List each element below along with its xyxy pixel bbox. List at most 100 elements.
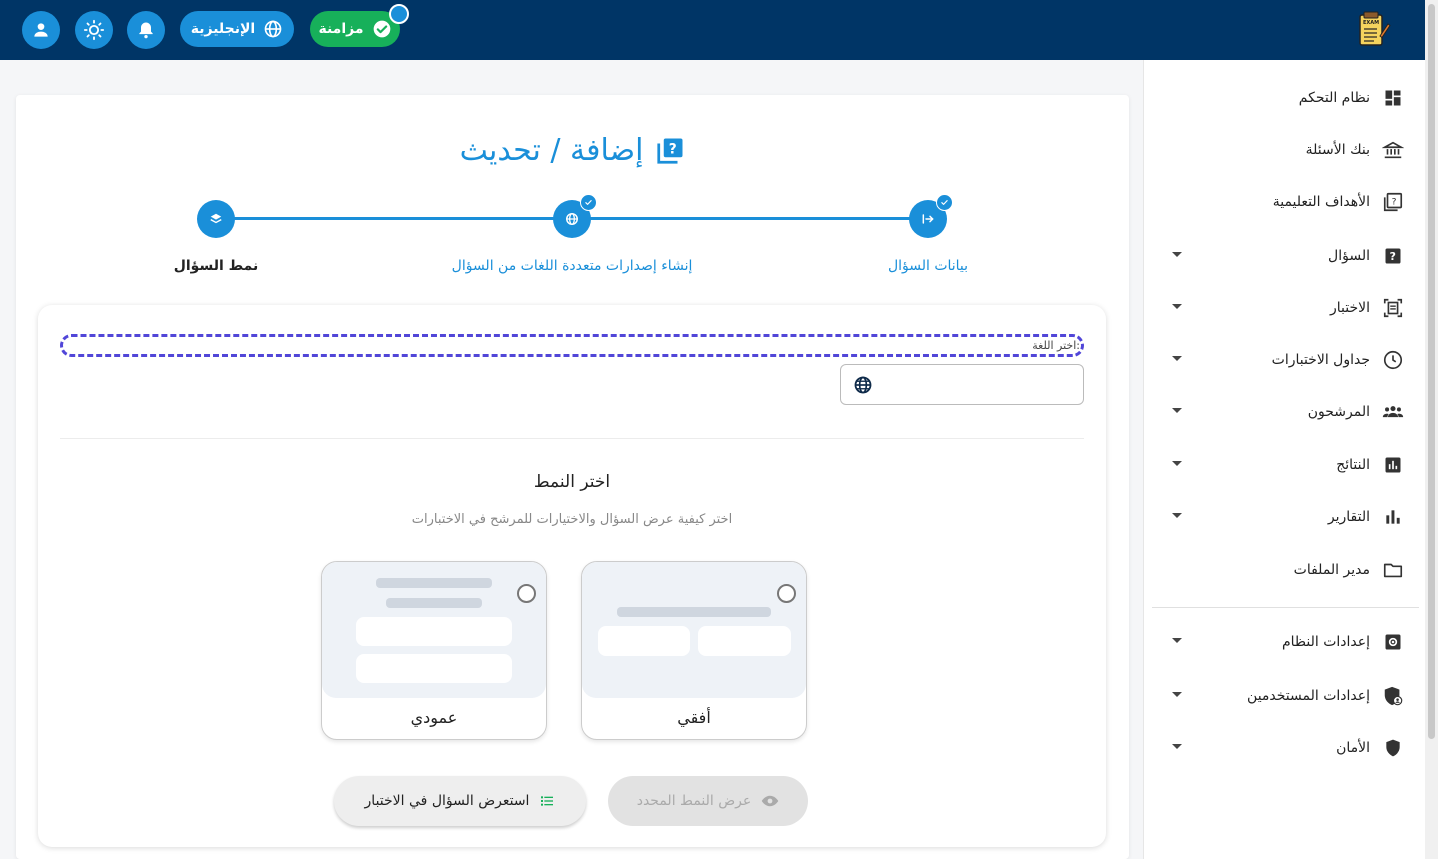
step-done-check-icon <box>580 194 597 211</box>
step-label: نمط السؤال <box>173 258 259 274</box>
exam-logo-icon[interactable]: EXAM <box>1352 10 1392 50</box>
sidebar-item-label: التقارير <box>1327 509 1370 525</box>
sidebar-item-label: مدير الملفات <box>1293 562 1370 578</box>
layout-option-horizontal[interactable]: أفقي <box>581 561 807 740</box>
layout-option-label: أفقي <box>677 708 711 727</box>
step-question-pattern[interactable] <box>197 200 235 238</box>
sidebar-item-question-bank[interactable]: بنك الأسئلة <box>1144 130 1426 170</box>
sidebar-item-exam-schedules[interactable]: جداول الاختبارات <box>1144 340 1426 380</box>
book-question-icon: ? <box>657 138 683 164</box>
preview-question-button[interactable]: استعرض السؤال في الاختبار <box>334 776 586 826</box>
step-label: إنشاء إصدارات متعددة اللغات من السؤال <box>451 258 693 274</box>
sidebar-item-file-manager[interactable]: مدير الملفات <box>1144 550 1426 590</box>
svg-text:?: ? <box>669 141 677 157</box>
stepper-connector <box>590 217 910 220</box>
chevron-down-icon <box>1172 461 1182 466</box>
layers-icon <box>210 213 222 224</box>
book-question-icon: ? <box>1382 191 1404 213</box>
folder-icon <box>1382 559 1404 581</box>
sidebar-item-security[interactable]: الأمان <box>1144 728 1426 768</box>
eye-icon <box>762 795 779 807</box>
user-icon <box>34 23 48 37</box>
sync-status-indicator <box>389 4 409 24</box>
sidebar-item-label: النتائج <box>1336 457 1370 473</box>
language-switch-button[interactable]: الإنجليزية <box>180 11 294 47</box>
chevron-down-icon <box>1172 252 1182 257</box>
clock-icon <box>1382 349 1404 371</box>
language-switch-label: الإنجليزية <box>190 21 256 37</box>
sidebar-item-label: السؤال <box>1328 248 1370 264</box>
language-select[interactable] <box>840 364 1084 405</box>
gear-icon <box>1382 631 1404 653</box>
radio-button[interactable] <box>777 584 796 603</box>
pattern-subtitle: اختر كيفية عرض السؤال والاختيارات للمرشح… <box>411 512 733 527</box>
user-shield-icon <box>1382 685 1404 707</box>
radio-button[interactable] <box>517 584 536 603</box>
sidebar-item-label: إعدادات النظام <box>1281 634 1370 650</box>
layout-preview <box>582 562 806 698</box>
svg-text:EXAM: EXAM <box>1363 20 1379 26</box>
list-icon <box>541 796 554 806</box>
bank-icon <box>1382 139 1404 161</box>
layout-option-label: عمودي <box>410 708 458 727</box>
sync-button[interactable]: مزامنة <box>310 11 400 47</box>
check-icon <box>373 20 390 38</box>
chevron-down-icon <box>1172 513 1182 518</box>
sidebar-item-exam[interactable]: الاختبار <box>1144 288 1426 328</box>
view-selected-pattern-label: عرض النمط المحدد <box>636 793 752 809</box>
sidebar-item-label: الأهداف التعليمية <box>1272 194 1370 210</box>
chevron-down-icon <box>1172 638 1182 643</box>
globe-icon <box>264 20 282 38</box>
shield-icon <box>1382 737 1404 759</box>
bar-chart-icon <box>1382 506 1404 528</box>
scrollbar-thumb[interactable] <box>1428 4 1435 739</box>
pattern-title: اختر النمط <box>533 472 611 492</box>
profile-button[interactable] <box>22 11 60 49</box>
svg-text:?: ? <box>1392 196 1397 207</box>
sidebar-item-label: نظام التحكم <box>1298 90 1370 106</box>
sidebar-item-question[interactable]: السؤال ? <box>1144 236 1426 276</box>
language-focus-ring <box>60 334 1084 357</box>
arrow-right-to-line-icon <box>922 214 934 224</box>
dashboard-icon <box>1382 87 1404 109</box>
chevron-down-icon <box>1172 692 1182 697</box>
chevron-down-icon <box>1172 356 1182 361</box>
sidebar-item-label: الاختبار <box>1329 300 1370 316</box>
sidebar-item-results[interactable]: النتائج <box>1144 445 1426 485</box>
sidebar-item-label: جداول الاختبارات <box>1271 352 1370 368</box>
top-bar: الإنجليزية مزامنة EXAM <box>0 0 1425 60</box>
sidebar-item-label: بنك الأسئلة <box>1305 142 1370 158</box>
chevron-down-icon <box>1172 304 1182 309</box>
sidebar-item-dashboard[interactable]: نظام التحكم <box>1144 78 1426 118</box>
sync-label: مزامنة <box>318 21 364 37</box>
sidebar-item-candidates[interactable]: المرشحون <box>1144 392 1426 432</box>
preview-question-label: استعرض السؤال في الاختبار <box>364 793 530 809</box>
sidebar-item-user-settings[interactable]: إعدادات المستخدمين <box>1144 676 1426 716</box>
layout-preview <box>322 562 546 698</box>
globe-icon <box>566 213 578 225</box>
sidebar-item-reports[interactable]: التقارير <box>1144 497 1426 537</box>
chart-box-icon <box>1382 454 1404 476</box>
exam-icon <box>1382 297 1404 319</box>
notifications-button[interactable] <box>127 11 165 49</box>
sun-icon <box>83 19 105 41</box>
sidebar-item-label: الأمان <box>1336 740 1370 756</box>
sidebar: نظام التحكم بنك الأسئلة الأهداف التعليمي… <box>1143 60 1425 859</box>
sidebar-item-system-settings[interactable]: إعدادات النظام <box>1144 622 1426 662</box>
step-done-check-icon <box>936 194 953 211</box>
view-selected-pattern-button[interactable]: عرض النمط المحدد <box>608 776 808 826</box>
sidebar-divider <box>1152 607 1419 608</box>
page-header: إضافة / تحديث ? <box>16 133 1129 168</box>
stepper-connector <box>234 217 554 220</box>
step-label: بيانات السؤال <box>887 258 969 274</box>
globe-icon <box>854 376 872 394</box>
section-divider <box>60 438 1084 439</box>
sidebar-item-learning-objectives[interactable]: الأهداف التعليمية ? <box>1144 182 1426 222</box>
chevron-down-icon <box>1172 744 1182 749</box>
bell-icon <box>139 22 153 39</box>
layout-option-vertical[interactable]: عمودي <box>321 561 547 740</box>
theme-toggle-button[interactable] <box>75 11 113 49</box>
sidebar-item-label: المرشحون <box>1307 404 1370 420</box>
question-icon: ? <box>1382 245 1404 267</box>
page-title: إضافة / تحديث <box>459 133 644 168</box>
